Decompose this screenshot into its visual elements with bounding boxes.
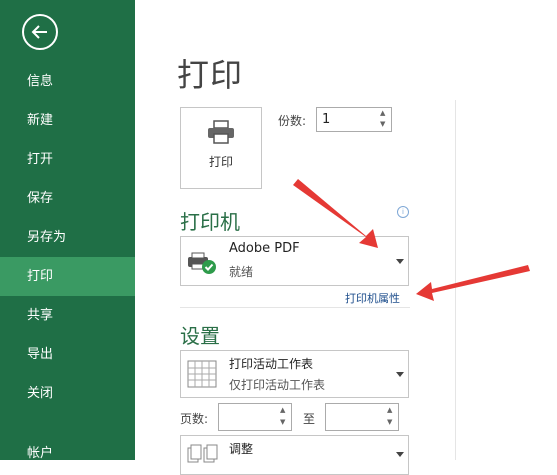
printer-properties-link[interactable]: 打印机属性	[345, 290, 400, 306]
printer-ready-icon	[188, 252, 216, 274]
settings-section-title: 设置	[180, 324, 220, 348]
printer-status: 就绪	[229, 265, 254, 279]
chevron-up-icon[interactable]: ▲	[387, 406, 392, 414]
to-label: 至	[303, 412, 316, 426]
print-button-label: 打印	[208, 155, 233, 169]
pages-label: 页数:	[180, 412, 209, 426]
back-button[interactable]	[22, 14, 58, 50]
printer-icon	[208, 120, 234, 144]
nav-item-share[interactable]: 共享	[0, 296, 135, 335]
page-from-spin[interactable]: ▲ ▼	[277, 404, 291, 430]
arrow-left-icon	[31, 25, 47, 39]
page-to-spin[interactable]: ▲ ▼	[384, 404, 398, 430]
printer-section-title: 打印机	[180, 210, 240, 234]
chevron-down-icon	[396, 372, 404, 377]
collate-title: 调整	[229, 442, 254, 456]
backstage-sidebar: 信息 新建 打开 保存 另存为 打印 共享 导出 关闭 帐户	[0, 0, 135, 461]
print-scope-title: 打印活动工作表	[229, 357, 314, 371]
page-from-input[interactable]: ▲ ▼	[218, 403, 292, 431]
nav-item-account[interactable]: 帐户	[0, 434, 135, 473]
nav-item-close[interactable]: 关闭	[0, 374, 135, 413]
chevron-down-icon[interactable]: ▼	[380, 120, 385, 128]
printer-dropdown[interactable]: Adobe PDF 就绪	[180, 236, 409, 286]
copies-stepper[interactable]: 1 ▲ ▼	[316, 107, 392, 132]
nav-item-save[interactable]: 保存	[0, 179, 135, 218]
chevron-down-icon[interactable]: ▼	[387, 418, 392, 426]
chevron-down-icon[interactable]: ▼	[280, 418, 285, 426]
nav-item-export[interactable]: 导出	[0, 335, 135, 374]
nav-item-print[interactable]: 打印	[0, 257, 135, 296]
nav-item-new[interactable]: 新建	[0, 101, 135, 140]
copies-spin-buttons[interactable]: ▲ ▼	[377, 108, 391, 131]
nav-item-save-as[interactable]: 另存为	[0, 218, 135, 257]
copies-label: 份数:	[278, 114, 307, 128]
chevron-up-icon[interactable]: ▲	[380, 109, 385, 117]
info-icon[interactable]: i	[397, 206, 409, 218]
print-scope-description: 仅打印活动工作表	[229, 378, 326, 392]
page-to-input[interactable]: ▲ ▼	[325, 403, 399, 431]
annotation-arrow-printer-properties	[416, 265, 530, 301]
collate-pages-icon	[187, 444, 218, 463]
page-title: 打印	[177, 56, 244, 94]
print-button[interactable]: 打印	[180, 107, 262, 189]
print-scope-dropdown[interactable]: 打印活动工作表 仅打印活动工作表	[180, 350, 409, 398]
nav-item-info[interactable]: 信息	[0, 62, 135, 101]
preview-divider	[455, 100, 456, 460]
printer-name: Adobe PDF	[229, 241, 300, 256]
nav-item-open[interactable]: 打开	[0, 140, 135, 179]
section-divider	[180, 307, 410, 308]
chevron-up-icon[interactable]: ▲	[280, 406, 285, 414]
worksheet-grid-icon	[187, 360, 217, 388]
copies-value: 1	[322, 112, 331, 127]
chevron-down-icon	[396, 259, 404, 264]
chevron-down-icon	[396, 452, 404, 457]
collate-dropdown[interactable]: 调整	[180, 435, 409, 475]
